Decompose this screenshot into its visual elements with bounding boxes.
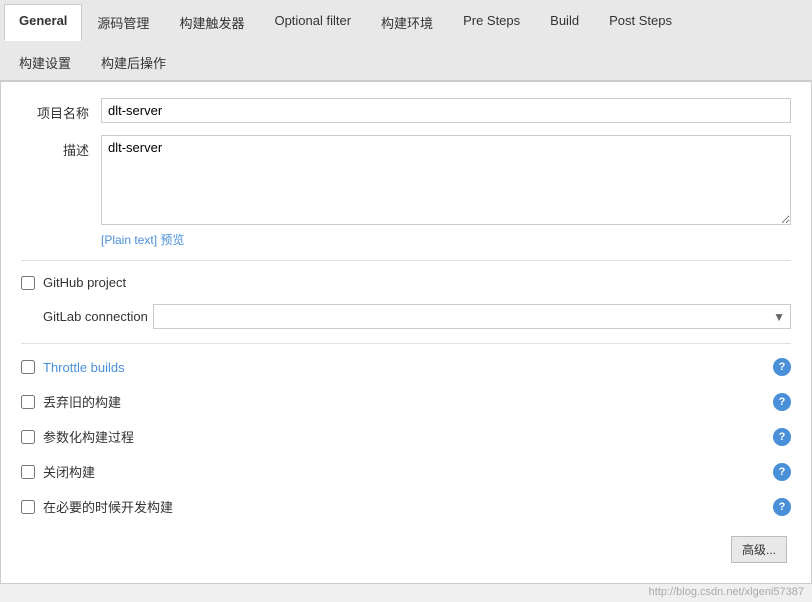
separator-1 [21, 260, 791, 261]
project-name-field [101, 98, 791, 123]
checkbox-label-4: 在必要的时候开发构建 [43, 497, 767, 516]
preview-link[interactable]: 预览 [160, 233, 184, 247]
project-name-input[interactable] [101, 98, 791, 123]
checkbox-label-1: 丢弃旧的构建 [43, 392, 767, 411]
checkbox-row-1: 丢弃旧的构建 ? [21, 388, 791, 415]
checkbox-1[interactable] [21, 395, 35, 409]
tab-build-settings[interactable]: 构建设置 [4, 44, 86, 80]
description-row: 描述 dlt-server [Plain text] 预览 [21, 135, 791, 248]
checkbox-3[interactable] [21, 465, 35, 479]
description-label: 描述 [21, 135, 101, 159]
watermark: http://blog.csdn.net/xlgeni57387 [0, 584, 812, 602]
checkbox-4[interactable] [21, 500, 35, 514]
description-hint: [Plain text] 预览 [101, 231, 791, 248]
help-icon-0[interactable]: ? [773, 358, 791, 376]
checkbox-row-4: 在必要的时候开发构建 ? [21, 493, 791, 520]
gitlab-row: GitLab connection ▼ [21, 300, 791, 333]
tab-optional-filter[interactable]: Optional filter [259, 4, 366, 40]
project-name-row: 项目名称 [21, 98, 791, 123]
plain-text-link[interactable]: [Plain text] [101, 233, 157, 247]
help-icon-1[interactable]: ? [773, 393, 791, 411]
checkbox-row-3: 关闭构建 ? [21, 458, 791, 485]
tab-build-env[interactable]: 构建环境 [366, 4, 448, 40]
github-label: GitHub project [43, 275, 126, 290]
checkbox-2[interactable] [21, 430, 35, 444]
checkbox-label-2: 参数化构建过程 [43, 427, 767, 446]
checkbox-label-3: 关闭构建 [43, 462, 767, 481]
gitlab-select[interactable] [153, 304, 791, 329]
tab-row-1: General 源码管理 构建触发器 Optional filter 构建环境 … [4, 0, 808, 40]
help-icon-4[interactable]: ? [773, 498, 791, 516]
content-area: 项目名称 描述 dlt-server [Plain text] 预览 GitHu… [0, 81, 812, 584]
tab-post-build[interactable]: 构建后操作 [86, 44, 181, 80]
tab-post-steps[interactable]: Post Steps [594, 4, 687, 40]
tab-general[interactable]: General [4, 4, 82, 41]
checkbox-0[interactable] [21, 360, 35, 374]
description-field: dlt-server [Plain text] 预览 [101, 135, 791, 248]
checkbox-label-0: Throttle builds [43, 360, 767, 375]
description-textarea[interactable]: dlt-server [101, 135, 791, 225]
tab-bar: General 源码管理 构建触发器 Optional filter 构建环境 … [0, 0, 812, 81]
tab-build-trigger[interactable]: 构建触发器 [164, 4, 259, 40]
checkbox-row-0: Throttle builds ? [21, 354, 791, 380]
bottom-bar: 高级... [21, 528, 791, 567]
tab-build[interactable]: Build [535, 4, 594, 40]
gitlab-label: GitLab connection [43, 309, 153, 324]
tab-source[interactable]: 源码管理 [82, 4, 164, 40]
help-icon-2[interactable]: ? [773, 428, 791, 446]
main-container: General 源码管理 构建触发器 Optional filter 构建环境 … [0, 0, 812, 602]
gitlab-select-wrapper: ▼ [153, 304, 791, 329]
tab-row-2: 构建设置 构建后操作 [4, 40, 808, 80]
advanced-button[interactable]: 高级... [731, 536, 787, 563]
help-icon-3[interactable]: ? [773, 463, 791, 481]
separator-2 [21, 343, 791, 344]
github-row: GitHub project [21, 271, 791, 294]
tab-pre-steps[interactable]: Pre Steps [448, 4, 535, 40]
checkbox-row-2: 参数化构建过程 ? [21, 423, 791, 450]
project-name-label: 项目名称 [21, 98, 101, 122]
github-checkbox[interactable] [21, 276, 35, 290]
